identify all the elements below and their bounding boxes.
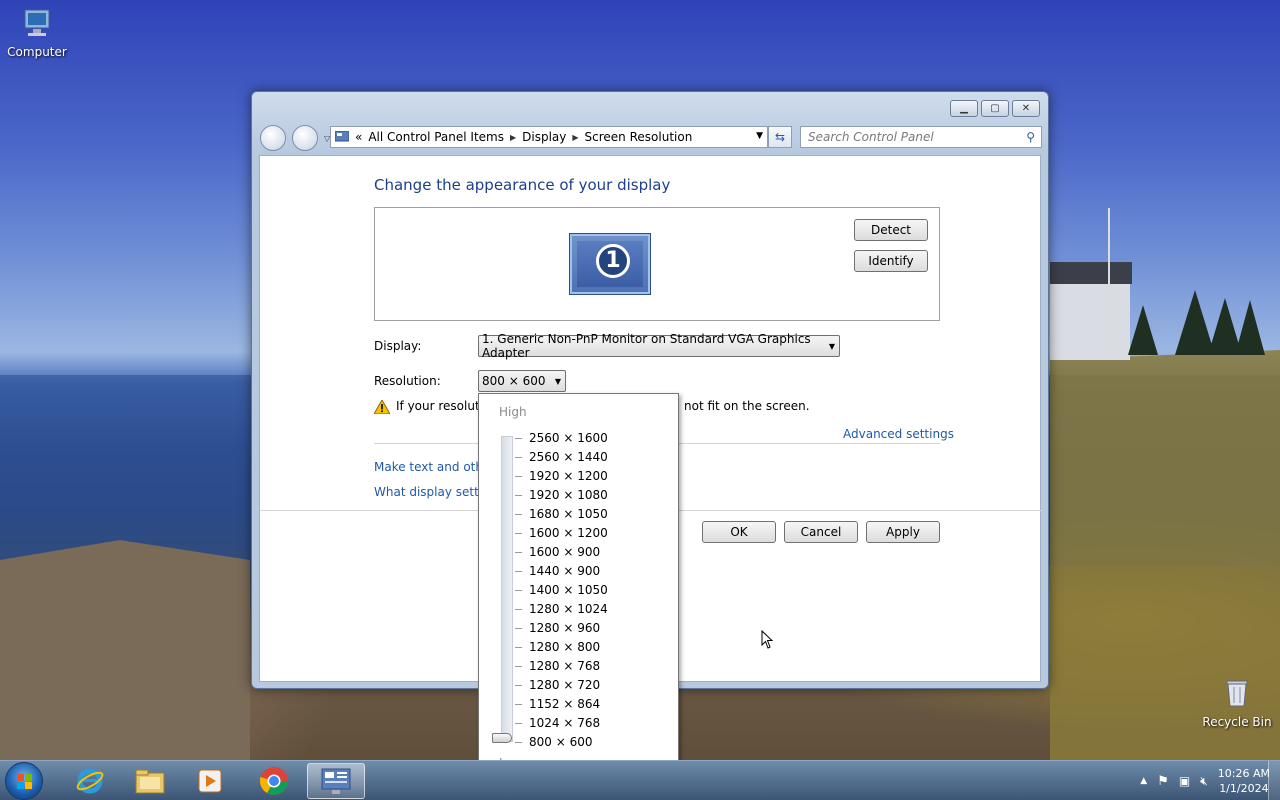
resolution-option[interactable]: 1440 × 900 [515,562,608,581]
resolution-option[interactable]: 1920 × 1200 [515,467,608,486]
resolution-select-value: 800 × 600 [482,374,546,388]
control-panel-icon [335,131,349,142]
chevron-down-icon: ▼ [554,377,561,386]
resolution-option[interactable]: 1600 × 900 [515,543,608,562]
chrome-icon [259,767,288,795]
recycle-bin-icon [1226,680,1248,707]
taskbar-file-explorer[interactable] [121,763,179,799]
resolution-option[interactable]: 1280 × 1024 [515,600,608,619]
window-controls: ▁ ▢ ✕ [950,100,1040,117]
breadcrumb-item[interactable]: Display [522,130,566,144]
clock-date: 1/1/2024 [1219,782,1269,795]
address-dropdown-icon[interactable]: ▼ [756,131,763,141]
monitor-preview-area: 1 Detect Identify [374,207,940,321]
monitor-1-icon[interactable]: 1 [570,234,650,294]
warning-text-start: If your resolutio [396,399,491,413]
resolution-option[interactable]: 1024 × 768 [515,714,608,733]
minimize-button[interactable]: ▁ [950,100,978,117]
detect-button[interactable]: Detect [854,219,928,241]
breadcrumb-item[interactable]: Screen Resolution [585,130,693,144]
resolution-slider-thumb[interactable] [492,733,512,743]
address-back-chevrons[interactable]: « [355,130,362,144]
resolution-options-list: 2560 × 1600 2560 × 1440 1920 × 1200 1920… [515,429,608,752]
warning-text-end: not fit on the screen. [684,399,810,413]
desktop-icon-recycle-bin[interactable]: Recycle Bin [1197,678,1277,729]
internet-explorer-icon [76,768,104,794]
resolution-select[interactable]: 800 × 600 ▼ [478,370,566,392]
warning-icon [374,400,390,414]
breadcrumb-item[interactable]: All Control Panel Items [368,130,504,144]
resolution-option[interactable]: 1280 × 960 [515,619,608,638]
navigation-bar: ▽ « All Control Panel Items ▶ Display ▶ … [260,125,1042,151]
maximize-button[interactable]: ▢ [981,100,1009,117]
search-icon[interactable]: ⚲ [1026,130,1035,144]
mouse-cursor-icon [761,630,774,649]
desktop-icon-label: Computer [7,45,67,59]
media-player-icon [198,769,222,793]
volume-muted-icon[interactable]: 🔇︎ [1200,774,1208,789]
resolution-option[interactable]: 1280 × 768 [515,657,608,676]
resolution-dropdown: High 2560 × 1600 2560 × 1440 1920 × 1200… [478,393,679,781]
resolution-option[interactable]: 1680 × 1050 [515,505,608,524]
resolution-option[interactable]: 1920 × 1080 [515,486,608,505]
display-select-value: 1. Generic Non-PnP Monitor on Standard V… [482,332,811,360]
advanced-settings-link[interactable]: Advanced settings [843,427,954,441]
refresh-icon: ⇆ [774,130,786,144]
resolution-option[interactable]: 2560 × 1600 [515,429,608,448]
file-explorer-icon [135,769,165,794]
taskbar: ▲ ⚑ ▣ 🔇︎ 10:26 AM 1/1/2024 [0,760,1280,800]
breadcrumb-arrow-icon[interactable]: ▶ [572,133,578,142]
breadcrumb-arrow-icon[interactable]: ▶ [510,133,516,142]
taskbar-media-player[interactable] [181,763,239,799]
clock-time: 10:26 AM [1217,767,1270,780]
resolution-option-selected[interactable]: 800 × 600 [515,733,608,752]
network-icon[interactable]: ▣ [1179,774,1190,788]
back-button[interactable] [260,125,286,151]
refresh-button[interactable]: ⇆ [768,126,792,148]
resolution-option[interactable]: 1152 × 864 [515,695,608,714]
resolution-option[interactable]: 1600 × 1200 [515,524,608,543]
apply-button[interactable]: Apply [866,521,940,543]
resolution-label: Resolution: [374,374,441,388]
close-button[interactable]: ✕ [1012,100,1040,117]
display-select[interactable]: 1. Generic Non-PnP Monitor on Standard V… [478,332,840,360]
show-desktop-button[interactable] [1268,761,1280,800]
monitor-number: 1 [596,244,630,278]
control-panel-icon [321,768,351,794]
high-label: High [499,405,527,419]
desktop-icon-computer[interactable]: Computer [0,8,77,59]
start-button[interactable] [5,762,43,800]
address-bar[interactable]: « All Control Panel Items ▶ Display ▶ Sc… [330,126,768,148]
identify-button[interactable]: Identify [854,250,928,272]
resolution-option[interactable]: 1280 × 720 [515,676,608,695]
resolution-option[interactable]: 1400 × 1050 [515,581,608,600]
resolution-option[interactable]: 1280 × 800 [515,638,608,657]
computer-icon [24,9,50,36]
taskbar-chrome[interactable] [245,763,303,799]
desktop-icon-label: Recycle Bin [1202,715,1272,729]
cancel-button[interactable]: Cancel [784,521,858,543]
display-label: Display: [374,339,422,353]
search-placeholder: Search Control Panel [808,130,934,144]
ok-button[interactable]: OK [702,521,776,543]
taskbar-internet-explorer[interactable] [61,763,119,799]
resolution-option[interactable]: 2560 × 1440 [515,448,608,467]
system-tray: ▲ ⚑ ▣ 🔇︎ 10:26 AM 1/1/2024 [1140,761,1270,800]
search-input[interactable]: Search Control Panel ⚲ [800,126,1042,148]
chevron-down-icon: ▼ [828,342,835,351]
taskbar-control-panel[interactable] [307,763,365,799]
clock[interactable]: 10:26 AM 1/1/2024 [1218,766,1270,796]
forward-button[interactable] [292,125,318,151]
action-center-flag-icon[interactable]: ⚑ [1157,774,1169,789]
page-title: Change the appearance of your display [374,176,671,194]
show-hidden-icons-icon[interactable]: ▲ [1140,776,1147,786]
resolution-slider-track[interactable] [501,436,513,742]
windows-logo-icon [17,774,32,789]
